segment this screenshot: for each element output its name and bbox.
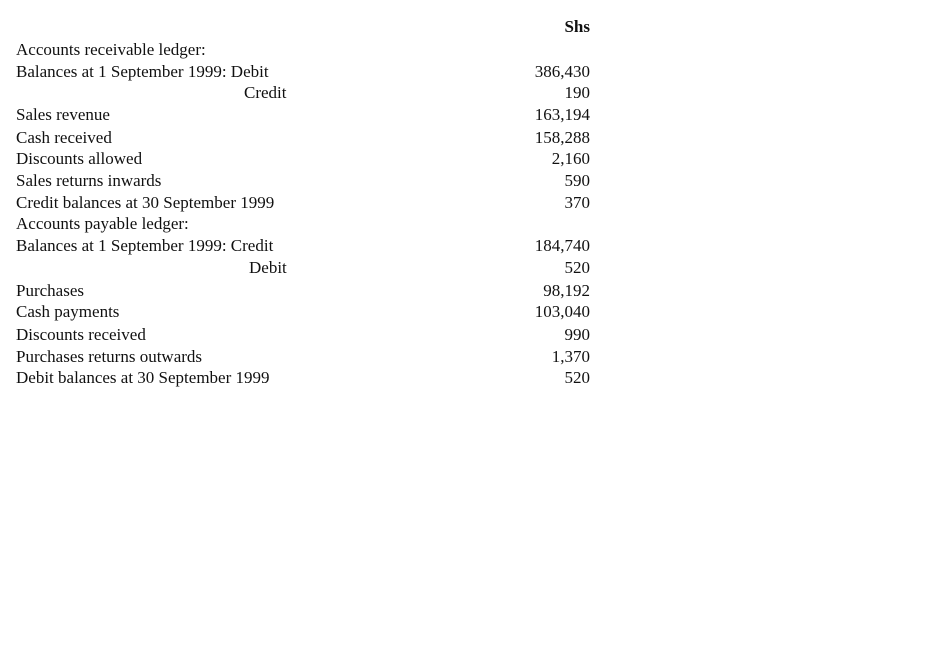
receivable-item-value: 2,160 xyxy=(551,149,590,168)
receivable-item-label: Credit balances at 30 September 1999 xyxy=(16,193,275,212)
payable-item-label: Debit balances at 30 September 1999 xyxy=(16,368,270,387)
receivable-opening-debit-label: Balances at 1 September 1999: Debit xyxy=(16,62,269,81)
receivable-item-label: Cash received xyxy=(16,128,112,147)
payable-opening-credit-label: Balances at 1 September 1999: Credit xyxy=(16,236,274,255)
receivable-opening-credit-value: 190 xyxy=(564,83,591,102)
payable-item-label: Cash payments xyxy=(16,302,120,321)
receivable-item-label: Sales revenue xyxy=(16,105,110,124)
payable-item-value: 520 xyxy=(564,368,591,387)
receivable-item-value: 158,288 xyxy=(534,128,590,147)
receivable-title: Accounts receivable ledger: xyxy=(16,40,206,59)
column-header-shs: Shs xyxy=(564,17,590,36)
payable-opening-debit-value: 520 xyxy=(564,258,591,277)
payable-item-label: Purchases xyxy=(16,281,84,300)
receivable-item-value: 370 xyxy=(564,193,591,212)
payable-opening-debit-label: Debit xyxy=(249,258,287,277)
receivable-item-label: Sales returns inwards xyxy=(16,171,162,190)
payable-title: Accounts payable ledger: xyxy=(16,214,189,233)
payable-item-value: 990 xyxy=(564,325,591,344)
payable-item-value: 98,192 xyxy=(543,281,590,300)
payable-item-label: Purchases returns outwards xyxy=(16,347,203,366)
receivable-item-value: 163,194 xyxy=(534,105,590,124)
receivable-item-value: 590 xyxy=(564,171,591,190)
payable-item-value: 103,040 xyxy=(534,302,590,321)
receivable-opening-debit-value: 386,430 xyxy=(534,62,590,81)
receivable-opening-credit-label: Credit xyxy=(244,83,287,102)
receivable-item-label: Discounts allowed xyxy=(16,149,143,168)
payable-item-label: Discounts received xyxy=(16,325,146,344)
payable-item-value: 1,370 xyxy=(551,347,590,366)
payable-opening-credit-value: 184,740 xyxy=(534,236,590,255)
